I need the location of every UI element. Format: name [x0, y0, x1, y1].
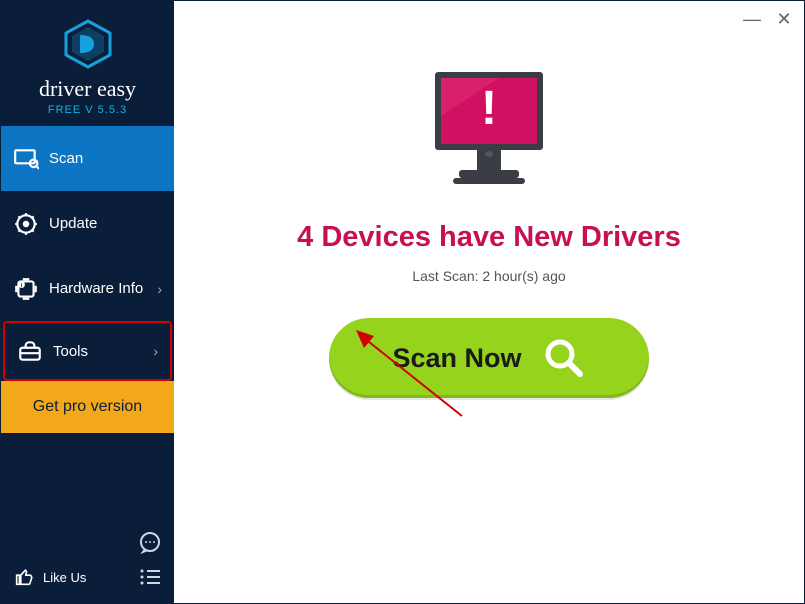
last-scan-text: Last Scan: 2 hour(s) ago — [412, 268, 565, 284]
menu-list-icon[interactable] — [138, 565, 162, 589]
like-us-button[interactable]: Like Us — [13, 566, 86, 588]
logo-area: driver easy FREE V 5.5.3 — [1, 1, 174, 126]
sidebar-item-update[interactable]: Update — [1, 191, 174, 256]
headline-text: 4 Devices have New Drivers — [297, 221, 681, 254]
gear-update-icon — [13, 211, 39, 237]
like-us-label: Like Us — [43, 570, 86, 585]
sidebar-item-tools[interactable]: Tools › — [3, 321, 172, 381]
sidebar-item-label: Hardware Info — [49, 280, 143, 297]
scan-now-button[interactable]: Scan Now — [329, 318, 649, 398]
minimize-button[interactable]: — — [742, 9, 762, 30]
monitor-scan-icon — [13, 146, 39, 172]
main-panel: ! 4 Devices have New Drivers Last Scan: … — [174, 1, 804, 603]
chevron-right-icon: › — [153, 343, 158, 359]
feedback-icon[interactable] — [138, 531, 162, 555]
version-label: FREE V 5.5.3 — [1, 104, 174, 116]
search-icon — [542, 336, 586, 380]
alert-monitor-icon: ! — [429, 71, 549, 191]
sidebar-item-scan[interactable]: Scan — [1, 126, 174, 191]
close-button[interactable]: ✕ — [774, 9, 794, 30]
scan-now-label: Scan Now — [392, 343, 521, 374]
sidebar-item-label: Update — [49, 215, 97, 232]
svg-text:!: ! — [481, 82, 497, 135]
sidebar: driver easy FREE V 5.5.3 Scan Update i H… — [1, 1, 174, 603]
logo-icon — [60, 19, 116, 69]
toolbox-icon — [17, 338, 43, 364]
sidebar-item-label: Tools — [53, 343, 88, 360]
chip-info-icon: i — [13, 276, 39, 302]
get-pro-button[interactable]: Get pro version — [1, 381, 174, 433]
thumbs-up-icon — [13, 566, 35, 588]
sidebar-item-label: Scan — [49, 150, 83, 167]
brand-name: driver easy — [1, 76, 174, 102]
sidebar-item-hardware-info[interactable]: i Hardware Info › — [1, 256, 174, 321]
pro-label: Get pro version — [33, 398, 142, 416]
chevron-right-icon: › — [157, 281, 162, 297]
